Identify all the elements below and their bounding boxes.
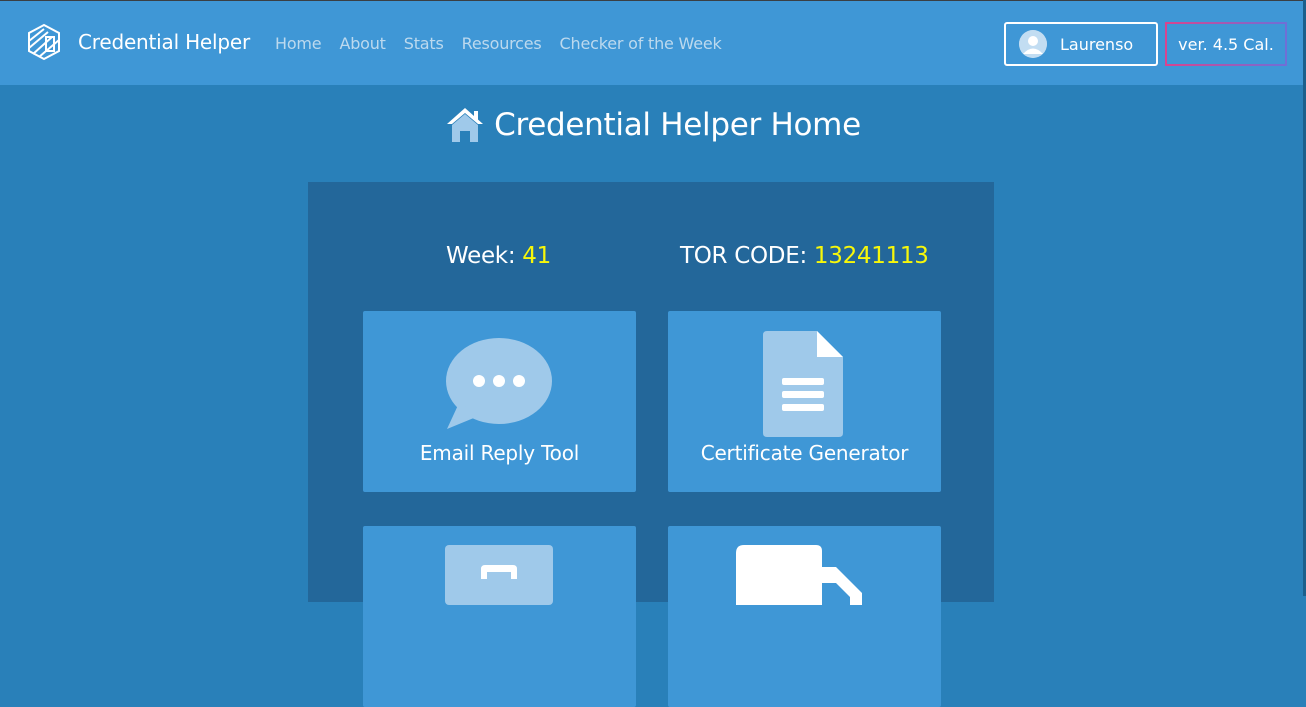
- nav-checker-of-the-week[interactable]: Checker of the Week: [560, 34, 722, 53]
- copy-tool-tile[interactable]: [668, 526, 941, 707]
- speech-bubble-icon: [446, 338, 552, 429]
- version-button[interactable]: ver. 4.5 Cal.: [1165, 22, 1287, 66]
- page-heading: Credential Helper Home: [0, 106, 1306, 144]
- tile-label: Email Reply Tool: [419, 441, 580, 465]
- nav-links: Home About Stats Resources Checker of th…: [275, 34, 740, 53]
- nav-resources[interactable]: Resources: [462, 34, 542, 53]
- nav-about[interactable]: About: [339, 34, 386, 53]
- page-title: Credential Helper Home: [494, 107, 861, 143]
- email-reply-tool-tile[interactable]: Email Reply Tool: [363, 311, 636, 492]
- briefcase-icon: [445, 545, 553, 605]
- toolbox-tile[interactable]: [363, 526, 636, 707]
- credential-helper-logo-icon: [28, 23, 60, 61]
- tor-code-value: 13241113: [813, 243, 929, 269]
- copy-icon: [736, 545, 862, 605]
- certificate-generator-tile[interactable]: Certificate Generator: [668, 311, 941, 492]
- user-button[interactable]: Laurenso: [1004, 22, 1158, 66]
- document-icon: [763, 331, 843, 437]
- user-name: Laurenso: [1060, 34, 1134, 54]
- week-value: 41: [522, 243, 551, 269]
- nav-home[interactable]: Home: [275, 34, 322, 53]
- tile-label: Certificate Generator: [700, 441, 909, 465]
- nav-stats[interactable]: Stats: [404, 34, 444, 53]
- user-avatar-icon: [1019, 30, 1047, 58]
- brand-link[interactable]: Credential Helper: [26, 23, 250, 61]
- navbar: Credential Helper Home About Stats Resou…: [0, 0, 1306, 85]
- brand-name: Credential Helper: [78, 30, 251, 54]
- week-info: Week: 41: [446, 243, 551, 269]
- tor-code-label: TOR CODE:: [680, 243, 807, 269]
- week-label: Week:: [446, 243, 516, 269]
- home-icon: [447, 108, 484, 142]
- tor-code-info: TOR CODE: 13241113: [680, 243, 929, 269]
